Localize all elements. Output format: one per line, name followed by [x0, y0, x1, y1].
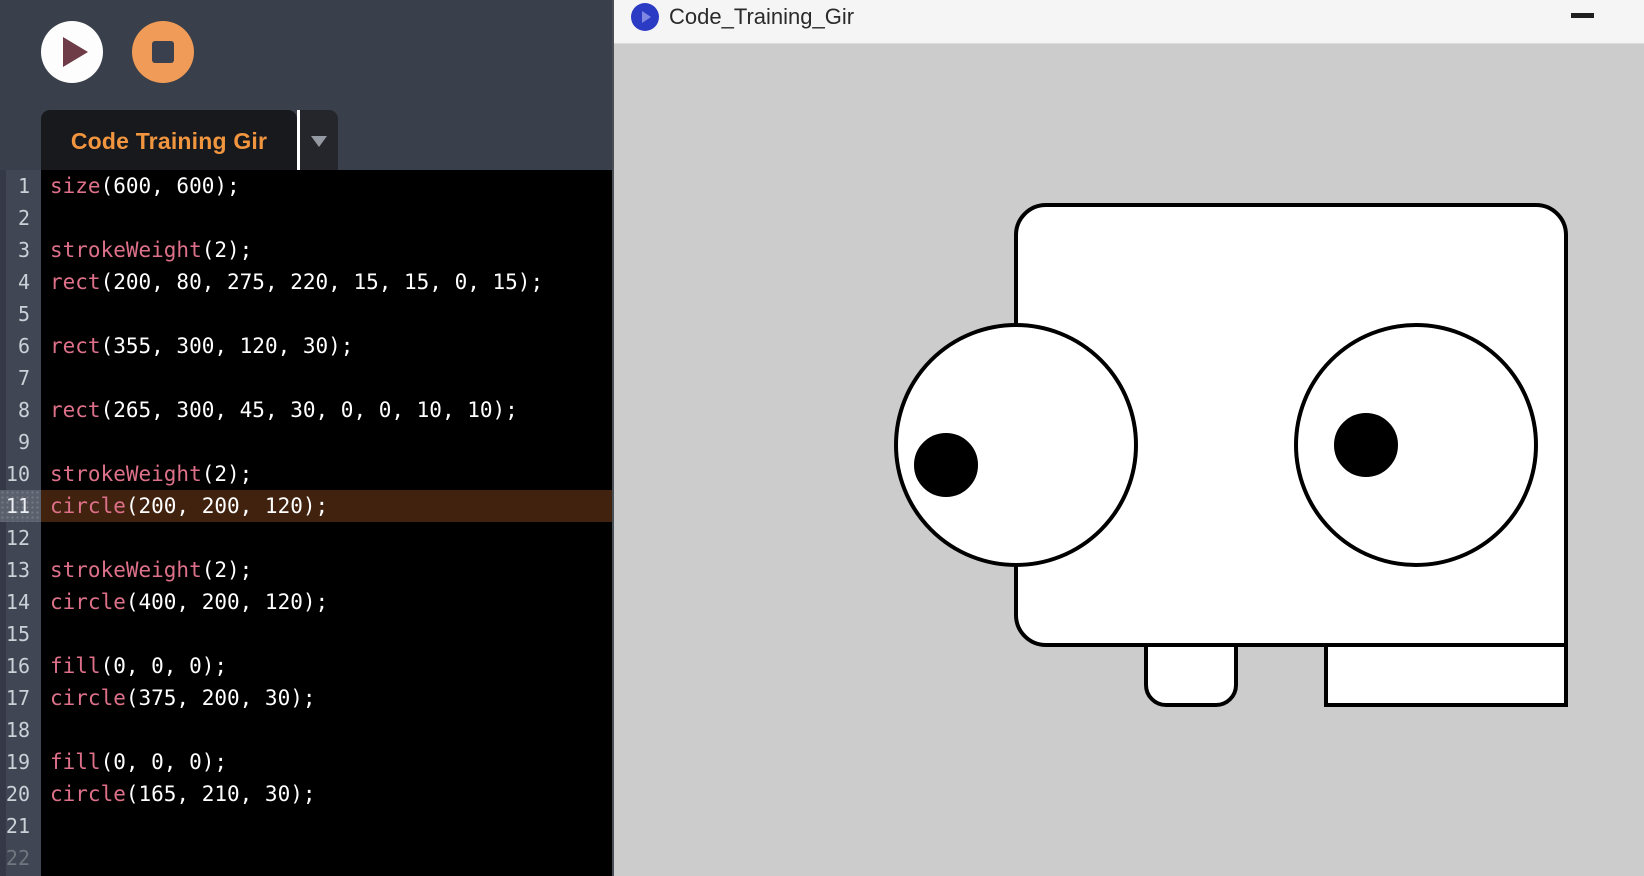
- line-number: 16: [0, 650, 41, 682]
- code-line-2[interactable]: 2: [0, 202, 612, 234]
- code-line-9[interactable]: 9: [0, 426, 612, 458]
- code-line-11[interactable]: 11circle(200, 200, 120);: [0, 490, 612, 522]
- code-text: circle(200, 200, 120);: [41, 490, 612, 522]
- code-text: [41, 810, 612, 842]
- code-text: circle(165, 210, 30);: [41, 778, 612, 810]
- code-line-4[interactable]: 4rect(200, 80, 275, 220, 15, 15, 0, 15);: [0, 266, 612, 298]
- code-line-10[interactable]: 10strokeWeight(2);: [0, 458, 612, 490]
- line-number: 22: [0, 842, 41, 874]
- app-window: Code Training Gir 1size(600, 600);23stro…: [0, 0, 1644, 876]
- minimize-button[interactable]: [1571, 13, 1594, 18]
- code-line-12[interactable]: 12: [0, 522, 612, 554]
- line-number: 20: [0, 778, 41, 810]
- toolbar: Code Training Gir: [0, 0, 612, 172]
- code-text: rect(355, 300, 120, 30);: [41, 330, 612, 362]
- code-line-1[interactable]: 1size(600, 600);: [0, 170, 612, 202]
- line-number: 1: [0, 170, 41, 202]
- line-number: 9: [0, 426, 41, 458]
- code-text: strokeWeight(2);: [41, 234, 612, 266]
- sketch-canvas-area: [614, 45, 1644, 876]
- window-title-bar[interactable]: Code_Training_Gir: [614, 0, 1644, 44]
- code-line-21[interactable]: 21: [0, 810, 612, 842]
- editor-panel: Code Training Gir 1size(600, 600);23stro…: [0, 0, 612, 876]
- stop-button[interactable]: [132, 21, 194, 83]
- code-text: fill(0, 0, 0);: [41, 650, 612, 682]
- line-number: 15: [0, 618, 41, 650]
- code-text: fill(0, 0, 0);: [41, 746, 612, 778]
- code-text: [41, 202, 612, 234]
- code-text: [41, 842, 612, 874]
- line-number: 4: [0, 266, 41, 298]
- code-line-13[interactable]: 13strokeWeight(2);: [0, 554, 612, 586]
- line-number: 11: [0, 490, 41, 522]
- play-badge-icon: [631, 3, 659, 31]
- line-number: 8: [0, 394, 41, 426]
- code-text: circle(400, 200, 120);: [41, 586, 612, 618]
- code-line-3[interactable]: 3strokeWeight(2);: [0, 234, 612, 266]
- line-number: 7: [0, 362, 41, 394]
- code-text: strokeWeight(2);: [41, 458, 612, 490]
- stop-icon: [152, 41, 174, 63]
- line-number: 19: [0, 746, 41, 778]
- code-line-20[interactable]: 20circle(165, 210, 30);: [0, 778, 612, 810]
- code-text: circle(375, 200, 30);: [41, 682, 612, 714]
- line-number: 5: [0, 298, 41, 330]
- chevron-down-icon: [311, 136, 327, 147]
- code-line-6[interactable]: 6rect(355, 300, 120, 30);: [0, 330, 612, 362]
- tab-code-training-gir[interactable]: Code Training Gir: [41, 110, 297, 172]
- code-text: strokeWeight(2);: [41, 554, 612, 586]
- code-line-8[interactable]: 8rect(265, 300, 45, 30, 0, 0, 10, 10);: [0, 394, 612, 426]
- code-text: [41, 618, 612, 650]
- code-line-15[interactable]: 15: [0, 618, 612, 650]
- code-editor[interactable]: 1size(600, 600);23strokeWeight(2);4rect(…: [0, 170, 612, 876]
- line-number: 2: [0, 202, 41, 234]
- line-number: 12: [0, 522, 41, 554]
- line-number: 17: [0, 682, 41, 714]
- line-number: 10: [0, 458, 41, 490]
- code-text: [41, 714, 612, 746]
- line-number: 13: [0, 554, 41, 586]
- line-number: 18: [0, 714, 41, 746]
- code-text: [41, 362, 612, 394]
- line-number: 3: [0, 234, 41, 266]
- code-text: size(600, 600);: [41, 170, 612, 202]
- line-number: 21: [0, 810, 41, 842]
- line-number: 14: [0, 586, 41, 618]
- tab-label: Code Training Gir: [71, 128, 267, 155]
- code-line-18[interactable]: 18: [0, 714, 612, 746]
- play-icon: [63, 37, 88, 67]
- code-text: rect(265, 300, 45, 30, 0, 0, 10, 10);: [41, 394, 612, 426]
- window-title: Code_Training_Gir: [669, 4, 854, 30]
- tab-dropdown-button[interactable]: [300, 110, 338, 172]
- code-line-22[interactable]: 22: [0, 842, 612, 874]
- code-text: [41, 522, 612, 554]
- code-line-19[interactable]: 19fill(0, 0, 0);: [0, 746, 612, 778]
- code-line-5[interactable]: 5: [0, 298, 612, 330]
- code-line-16[interactable]: 16fill(0, 0, 0);: [0, 650, 612, 682]
- code-text: [41, 298, 612, 330]
- code-text: [41, 426, 612, 458]
- sketch-output-window: Code_Training_Gir: [612, 0, 1644, 876]
- code-text: rect(200, 80, 275, 220, 15, 15, 0, 15);: [41, 266, 612, 298]
- line-number: 6: [0, 330, 41, 362]
- code-line-17[interactable]: 17circle(375, 200, 30);: [0, 682, 612, 714]
- play-button[interactable]: [41, 21, 103, 83]
- code-line-14[interactable]: 14circle(400, 200, 120);: [0, 586, 612, 618]
- code-line-7[interactable]: 7: [0, 362, 612, 394]
- sketch-canvas: [616, 45, 1644, 876]
